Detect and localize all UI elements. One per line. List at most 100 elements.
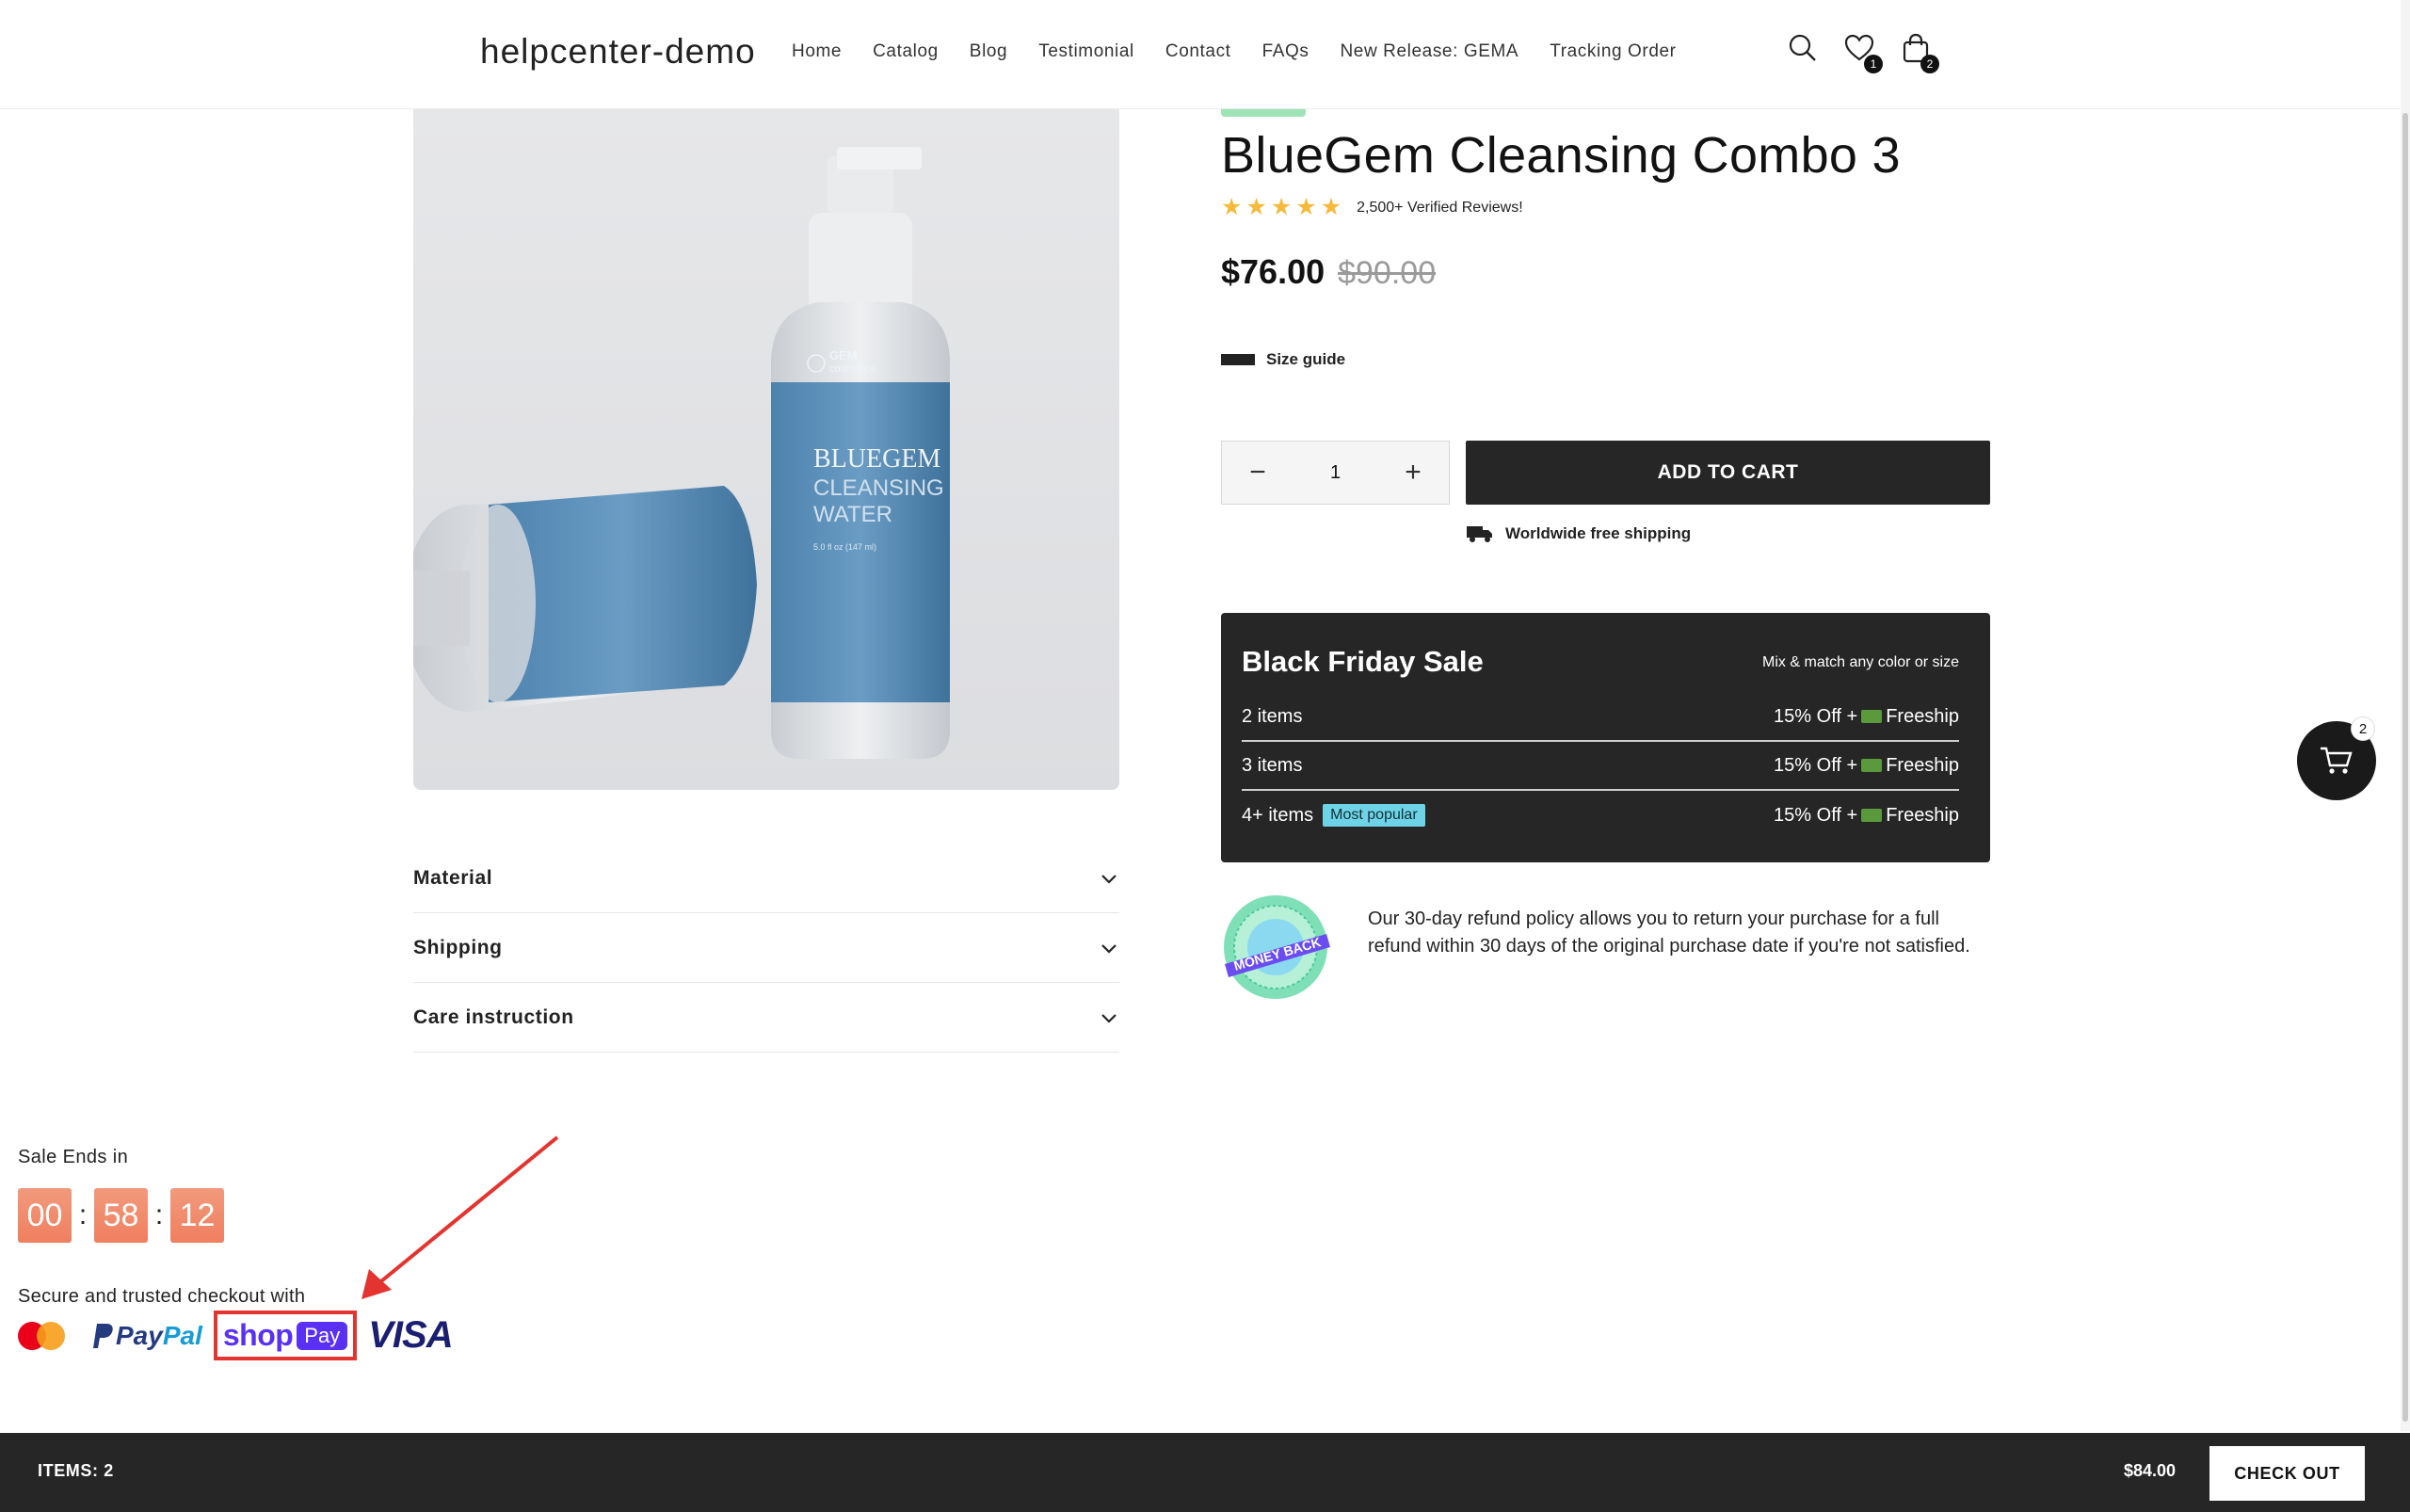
bf-offer-row[interactable]: 2 items 15% Off + Freeship	[1242, 693, 1959, 742]
bf-offer: 15% Off + Freeship	[1774, 804, 1959, 826]
main-nav: Home Catalog Blog Testimonial Contact FA…	[792, 41, 1708, 62]
accordion-label: Shipping	[413, 936, 503, 958]
nav-testimonial[interactable]: Testimonial	[1038, 41, 1134, 62]
star-icon: ★	[1270, 194, 1293, 220]
star-icon: ★	[1295, 194, 1317, 220]
nav-blog[interactable]: Blog	[970, 41, 1007, 62]
payment-methods: Pay Pal shop Pay VISA	[18, 1311, 454, 1360]
product-rating[interactable]: ★ ★ ★ ★ ★ 2,500+ Verified Reviews!	[1221, 196, 1523, 219]
product-title: BlueGem Cleansing Combo 3	[1221, 127, 1901, 184]
bf-title: Black Friday Sale	[1242, 645, 1484, 678]
bf-items: 4+ items	[1242, 804, 1314, 826]
bottle-brand: GEM	[829, 348, 858, 362]
shipping-note-label: Worldwide free shipping	[1505, 524, 1692, 542]
cart-icon	[2321, 747, 2353, 774]
chevron-down-icon	[1101, 943, 1117, 954]
nav-contact[interactable]: Contact	[1165, 41, 1231, 62]
cart-total: $84.00	[2124, 1461, 2177, 1480]
shop-pay-wordmark: shop	[222, 1318, 294, 1352]
accordion-care-instruction[interactable]: Care instruction	[413, 983, 1119, 1053]
truck-icon	[1467, 526, 1492, 542]
bf-offer: 15% Off + Freeship	[1774, 754, 1959, 776]
timer-separator: :	[154, 1199, 164, 1231]
compare-price: $90.00	[1338, 255, 1437, 291]
timer-separator: :	[78, 1199, 88, 1231]
black-friday-box: Black Friday Sale Mix & match any color …	[1221, 613, 1990, 862]
product-bottles-illustration: BLUEGEM CLEANSING WATER 5.0 fl oz (147 m…	[413, 147, 950, 759]
accordion-label: Care instruction	[413, 1005, 574, 1028]
bf-subtitle: Mix & match any color or size	[1762, 654, 1959, 670]
chevron-down-icon	[1101, 1013, 1117, 1023]
star-icon: ★	[1320, 194, 1342, 220]
bf-items: 3 items	[1242, 754, 1303, 776]
paypal-p-icon	[93, 1323, 113, 1348]
truck-icon	[1861, 809, 1883, 823]
bf-offer-row[interactable]: 4+ items Most popular 15% Off + Freeship	[1242, 791, 1959, 840]
accordion-shipping[interactable]: Shipping	[413, 913, 1119, 983]
header-icons: 1 2	[1787, 32, 1939, 73]
bottle-label-line1: BLUEGEM	[813, 444, 940, 474]
timer-minutes: 58	[94, 1188, 148, 1243]
mastercard-icon	[18, 1320, 67, 1352]
free-shipping-note: Worldwide free shipping	[1466, 523, 1691, 544]
items-count: ITEMS: 2	[38, 1461, 114, 1480]
shop-pay-logo: shop Pay	[213, 1311, 358, 1360]
bottle-label-line2: CLEANSING	[813, 475, 944, 501]
nav-new-release[interactable]: New Release: GEMA	[1340, 41, 1518, 62]
quantity-stepper: − 1 +	[1221, 441, 1450, 505]
sticky-checkout-bar: ITEMS: 2 $84.00 CHECK OUT	[0, 1433, 2410, 1512]
size-guide-link[interactable]: Size guide	[1221, 350, 1345, 369]
accordion-material[interactable]: Material	[413, 844, 1119, 913]
bottle-brand-sub: cosmetics	[829, 363, 876, 375]
star-icon: ★	[1221, 194, 1243, 220]
page-scrollbar[interactable]	[2401, 0, 2410, 1431]
chevron-down-icon	[1101, 874, 1117, 884]
refund-policy-text: Our 30-day refund policy allows you to r…	[1368, 909, 1970, 957]
bf-offer: 15% Off + Freeship	[1774, 705, 1959, 727]
shop-pay-pill: Pay	[297, 1321, 348, 1350]
store-logo[interactable]: helpcenter-demo	[480, 32, 756, 72]
bottle-label-volume: 5.0 fl oz (147 ml)	[813, 542, 876, 552]
add-to-cart-button[interactable]: ADD TO CART	[1466, 441, 1990, 505]
bottle-label-line3: WATER	[813, 502, 892, 527]
truck-icon	[1861, 710, 1883, 724]
floating-cart-count: 2	[2352, 717, 2374, 740]
ruler-icon	[1221, 354, 1255, 365]
nav-catalog[interactable]: Catalog	[873, 41, 939, 62]
most-popular-tag: Most popular	[1323, 804, 1425, 827]
wishlist-count-badge: 1	[1864, 55, 1883, 73]
visa-logo: VISA	[368, 1314, 453, 1356]
size-guide-label: Size guide	[1266, 350, 1346, 368]
qty-value[interactable]: 1	[1330, 462, 1341, 484]
truck-icon	[1861, 759, 1883, 773]
paypal-logo: Pay Pal	[91, 1321, 202, 1351]
secure-checkout-label: Secure and trusted checkout with	[18, 1286, 306, 1307]
wishlist-heart-icon[interactable]: 1	[1843, 32, 1883, 73]
product-badge	[1221, 109, 1306, 117]
cart-bag-icon[interactable]: 2	[1900, 32, 1939, 73]
nav-faqs[interactable]: FAQs	[1262, 41, 1309, 62]
qty-increase-button[interactable]: +	[1394, 457, 1432, 489]
search-icon[interactable]	[1787, 32, 1819, 68]
site-header: helpcenter-demo Home Catalog Blog Testim…	[0, 0, 2410, 109]
qty-decrease-button[interactable]: −	[1239, 457, 1277, 489]
reviews-count: 2,500+ Verified Reviews!	[1357, 199, 1523, 216]
product-price: $76.00 $90.00	[1221, 252, 1436, 292]
star-icon: ★	[1245, 194, 1267, 220]
scrollbar-thumb[interactable]	[2402, 113, 2408, 1422]
timer-seconds: 12	[170, 1188, 224, 1243]
product-image[interactable]: BLUEGEM CLEANSING WATER 5.0 fl oz (147 m…	[413, 109, 1119, 790]
accordion-label: Material	[413, 866, 493, 889]
sale-ends-label: Sale Ends in	[18, 1147, 129, 1167]
timer-hours: 00	[18, 1188, 72, 1243]
cart-count-badge: 2	[1920, 55, 1939, 73]
checkout-button[interactable]: CHECK OUT	[2209, 1446, 2365, 1501]
sale-price: $76.00	[1221, 252, 1326, 291]
annotation-arrow-icon	[362, 1135, 559, 1299]
bf-offer-row[interactable]: 3 items 15% Off + Freeship	[1242, 742, 1959, 791]
money-back-seal-icon: MONEY BACK	[1224, 895, 1330, 999]
countdown-timer: 00 : 58 : 12	[18, 1188, 224, 1243]
bf-items: 2 items	[1242, 705, 1303, 727]
nav-home[interactable]: Home	[792, 41, 842, 62]
nav-tracking-order[interactable]: Tracking Order	[1550, 41, 1676, 62]
